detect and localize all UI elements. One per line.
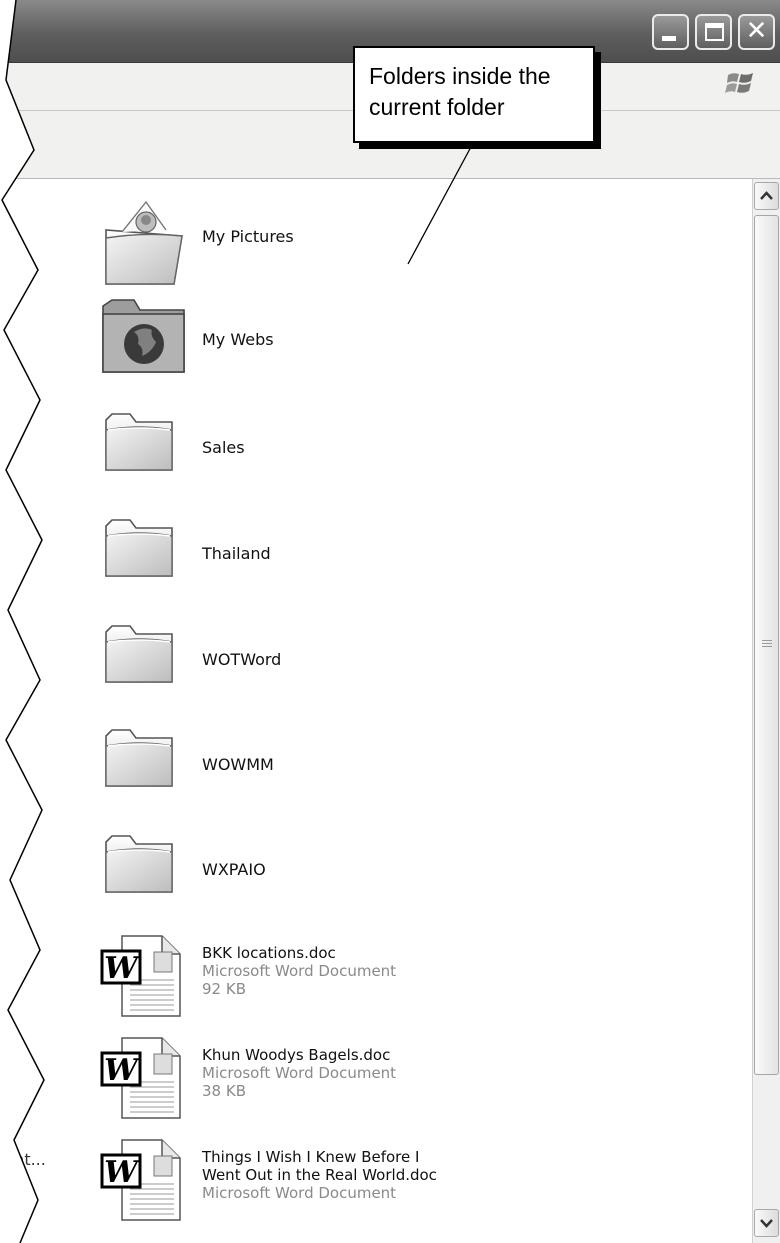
explorer-window: ✕ My Pictures My Webs Sales Thailand WOT… <box>0 0 780 1243</box>
callout-line2: current folder <box>369 94 505 120</box>
callout-box: Folders inside the current folder <box>353 46 595 143</box>
callout-line1: Folders inside the <box>369 63 551 89</box>
callout-leader-line <box>407 144 473 265</box>
torn-edge-overlay <box>0 0 473 1243</box>
